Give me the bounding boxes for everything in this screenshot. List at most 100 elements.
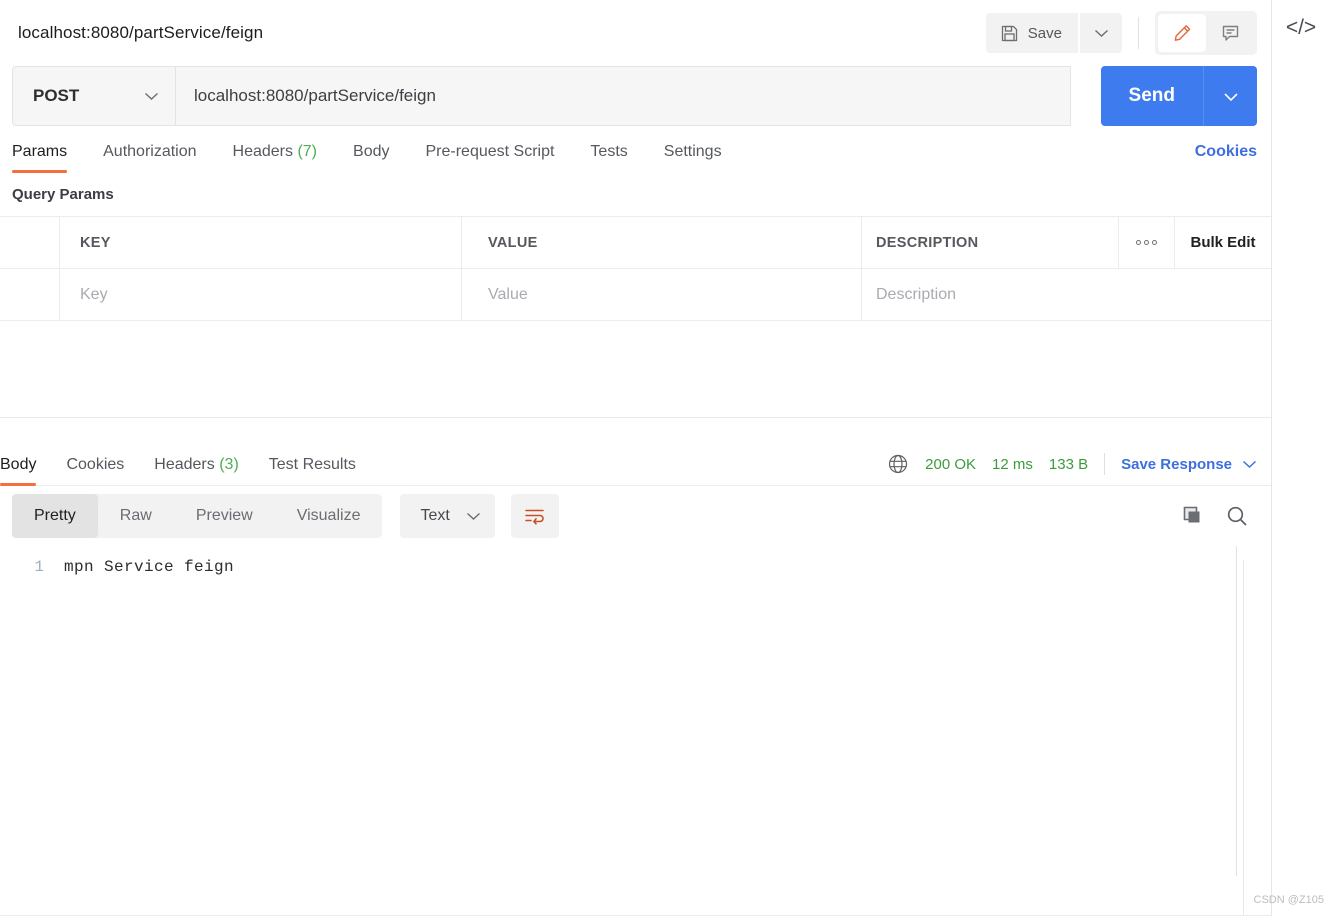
- cookies-link[interactable]: Cookies: [1195, 143, 1257, 172]
- edit-comment-group: [1155, 11, 1257, 55]
- postman-window: localhost:8080/partService/feign Save PO…: [0, 0, 1330, 916]
- right-sidebar: </>: [1272, 0, 1330, 916]
- line-content: mpn Service feign: [64, 558, 235, 576]
- response-tools: [1181, 504, 1257, 528]
- column-header-description: DESCRIPTION: [876, 234, 979, 251]
- tab-label: Test Results: [268, 456, 356, 473]
- status-badge: 200 OK: [925, 455, 977, 473]
- main-panel: localhost:8080/partService/feign Save PO…: [0, 0, 1272, 916]
- chevron-down-icon: [1242, 459, 1257, 469]
- format-select-value: Text: [420, 507, 450, 524]
- format-select[interactable]: Text: [400, 494, 495, 538]
- response-tab-cookies[interactable]: Cookies: [66, 456, 124, 485]
- table-header-row: KEY VALUE DESCRIPTION Bulk Edit: [0, 217, 1271, 269]
- key-placeholder: Key: [80, 285, 108, 303]
- tab-label: Authorization: [103, 143, 197, 160]
- view-mode-visualize[interactable]: Visualize: [275, 494, 383, 538]
- tab-label: Body: [353, 143, 390, 160]
- chevron-down-icon: [144, 91, 159, 101]
- line-number: 1: [34, 558, 44, 576]
- tab-count: (3): [219, 456, 239, 473]
- send-button[interactable]: Send: [1100, 66, 1203, 126]
- three-dots-icon: [1136, 240, 1157, 245]
- tab-body[interactable]: Body: [353, 143, 389, 172]
- response-tab-body[interactable]: Body: [0, 456, 37, 486]
- save-response-label: Save Response: [1121, 455, 1232, 473]
- tab-label: Params: [12, 143, 68, 160]
- column-header-value: VALUE: [488, 234, 538, 251]
- response-tabs: Body Cookies Headers (3) Test Results 20…: [0, 432, 1271, 486]
- floppy-disk-icon: [1000, 24, 1019, 43]
- save-options-button[interactable]: [1080, 13, 1122, 53]
- query-params-title: Query Params: [12, 186, 114, 203]
- wrap-lines-button[interactable]: [510, 494, 559, 538]
- page-title: localhost:8080/partService/feign: [18, 23, 264, 42]
- header-divider: [1138, 17, 1139, 49]
- tab-label: Cookies: [66, 456, 125, 473]
- send-group: Send: [1100, 66, 1257, 126]
- vertical-divider: [1243, 560, 1244, 916]
- save-button[interactable]: Save: [985, 13, 1078, 53]
- response-body-viewer[interactable]: 1 mpn Service feign: [0, 546, 1271, 876]
- table-options-button[interactable]: [1119, 217, 1175, 268]
- response-tab-test-results[interactable]: Test Results: [269, 456, 356, 485]
- search-icon[interactable]: [1225, 504, 1249, 528]
- tab-tests[interactable]: Tests: [590, 143, 627, 172]
- url-input[interactable]: localhost:8080/partService/feign: [176, 66, 1071, 126]
- query-params-table: KEY VALUE DESCRIPTION Bulk Edit Key Valu…: [0, 216, 1271, 321]
- pencil-icon: [1172, 23, 1193, 44]
- code-line: 1 mpn Service feign: [0, 558, 1271, 576]
- tab-headers[interactable]: Headers (7): [233, 143, 318, 172]
- chevron-down-icon: [1223, 91, 1239, 102]
- tab-params[interactable]: Params: [12, 143, 68, 173]
- save-response-button[interactable]: Save Response: [1121, 456, 1257, 473]
- header-value-cell: VALUE: [462, 217, 862, 268]
- row-checkbox-cell[interactable]: [0, 269, 60, 320]
- watermark: CSDN @Z105: [1253, 894, 1324, 906]
- tab-authorization[interactable]: Authorization: [103, 143, 196, 172]
- tab-label: Tests: [590, 143, 628, 160]
- column-header-key: KEY: [80, 234, 111, 251]
- tab-label: Settings: [663, 143, 722, 160]
- header-key-cell: KEY: [60, 217, 462, 268]
- comment-button[interactable]: [1206, 14, 1254, 52]
- response-time: 12 ms: [992, 455, 1033, 473]
- tab-count: (7): [297, 143, 318, 160]
- view-mode-group: Pretty Raw Preview Visualize: [12, 494, 383, 538]
- header-checkbox-cell: [0, 217, 60, 268]
- globe-icon: [887, 453, 909, 475]
- description-input[interactable]: Description: [862, 269, 1271, 320]
- method-select[interactable]: POST: [12, 66, 176, 126]
- view-mode-pretty[interactable]: Pretty: [12, 494, 98, 538]
- value-placeholder: Value: [488, 285, 528, 303]
- tab-label: Pre-request Script: [425, 143, 555, 160]
- description-placeholder: Description: [876, 285, 957, 303]
- url-bar: POST localhost:8080/partService/feign Se…: [12, 66, 1257, 126]
- view-mode-preview[interactable]: Preview: [174, 494, 275, 538]
- table-row: Key Value Description: [0, 269, 1271, 321]
- tab-settings[interactable]: Settings: [664, 143, 722, 172]
- value-input[interactable]: Value: [462, 269, 862, 320]
- response-tab-headers[interactable]: Headers (3): [154, 456, 239, 485]
- response-meta: 200 OK 12 ms 133 B Save Response: [887, 453, 1257, 485]
- bulk-edit-button[interactable]: Bulk Edit: [1175, 217, 1271, 268]
- save-button-label: Save: [1027, 24, 1062, 42]
- view-mode-raw[interactable]: Raw: [98, 494, 174, 538]
- response-size: 133 B: [1048, 455, 1089, 473]
- save-group: Save: [985, 13, 1122, 53]
- code-snippet-icon[interactable]: </>: [1286, 16, 1316, 40]
- tab-label: Headers: [232, 143, 293, 160]
- key-input[interactable]: Key: [60, 269, 462, 320]
- chevron-down-icon: [1094, 28, 1109, 38]
- request-tabs: Params Authorization Headers (7) Body Pr…: [0, 126, 1271, 173]
- header-actions: Save: [985, 11, 1257, 55]
- method-select-value: POST: [33, 86, 80, 105]
- chevron-down-icon: [466, 511, 481, 521]
- code-minimap-edge: [1236, 546, 1237, 876]
- wrap-lines-icon: [523, 506, 547, 526]
- tab-pre-request-script[interactable]: Pre-request Script: [425, 143, 554, 172]
- send-options-button[interactable]: [1203, 66, 1257, 126]
- response-view-bar: Pretty Raw Preview Visualize Text: [0, 486, 1271, 546]
- edit-request-button[interactable]: [1158, 14, 1206, 52]
- copy-icon[interactable]: [1181, 504, 1205, 528]
